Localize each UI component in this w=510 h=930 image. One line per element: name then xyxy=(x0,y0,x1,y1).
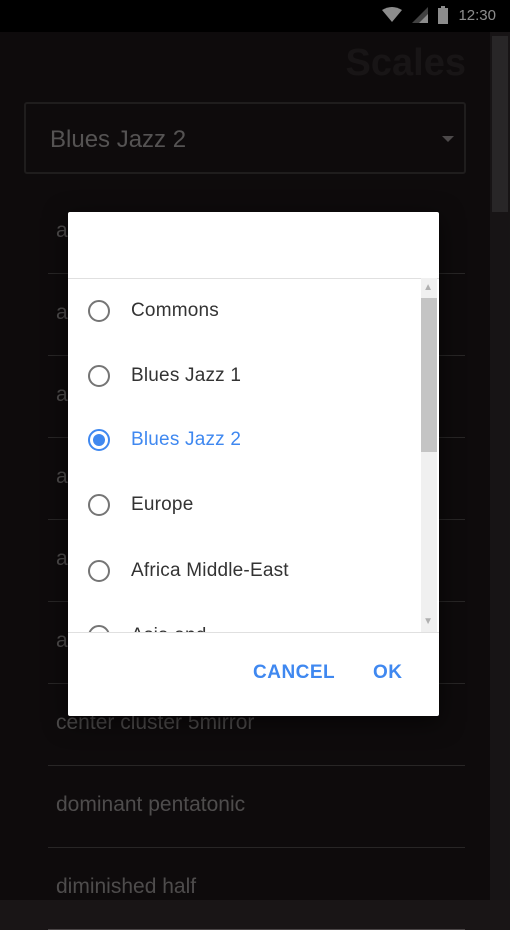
option-europe[interactable]: Europe xyxy=(68,473,439,538)
dialog-scrollbar-thumb[interactable] xyxy=(421,298,437,452)
dialog-actions: CANCEL OK xyxy=(68,632,439,716)
scroll-up-icon[interactable]: ▲ xyxy=(423,282,433,293)
option-partial[interactable]: Asia and ... xyxy=(68,603,439,632)
option-blues-jazz-2[interactable]: Blues Jazz 2 xyxy=(68,408,439,473)
dialog-header xyxy=(68,212,439,279)
radio-checked-icon[interactable] xyxy=(88,429,110,451)
option-blues-jazz-1[interactable]: Blues Jazz 1 xyxy=(68,343,439,408)
scale-set-dialog: Commons Blues Jazz 1 Blues Jazz 2 Europe… xyxy=(68,212,439,716)
radio-unchecked-icon[interactable] xyxy=(88,365,110,387)
radio-unchecked-icon[interactable] xyxy=(88,494,110,516)
radio-unchecked-icon[interactable] xyxy=(88,560,110,582)
cancel-button[interactable]: CANCEL xyxy=(253,662,335,684)
radio-unchecked-icon[interactable] xyxy=(88,300,110,322)
dialog-option-list: Commons Blues Jazz 1 Blues Jazz 2 Europe… xyxy=(68,278,439,633)
scroll-down-icon[interactable]: ▼ xyxy=(423,616,433,627)
ok-button[interactable]: OK xyxy=(373,662,403,684)
option-commons[interactable]: Commons xyxy=(68,278,439,343)
option-africa-middle-east[interactable]: Africa Middle-East xyxy=(68,538,439,603)
